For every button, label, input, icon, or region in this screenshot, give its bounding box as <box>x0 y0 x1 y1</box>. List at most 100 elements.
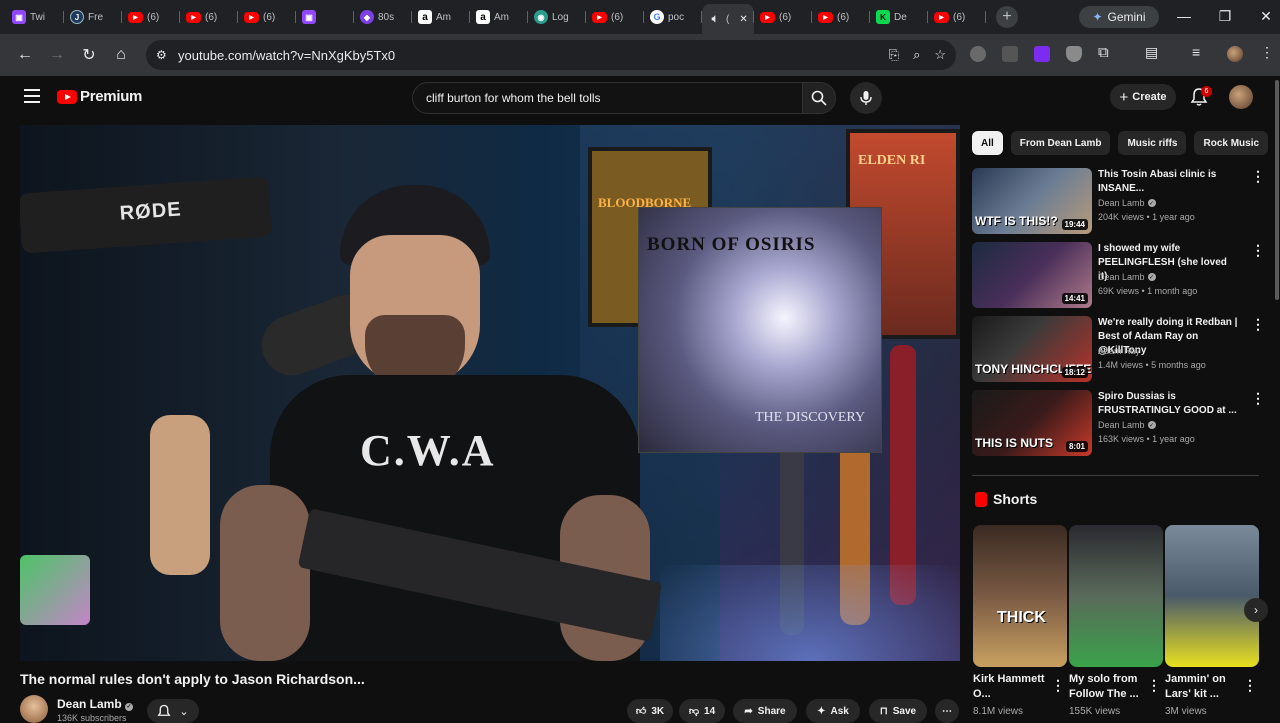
short-title[interactable]: Kirk Hammett O... <box>973 672 1053 702</box>
browser-tab[interactable]: ▶ (6) <box>238 4 296 30</box>
short-title[interactable]: My solo from Follow The ... <box>1069 672 1149 702</box>
recommended-video[interactable]: WTF IS THIS!? 19:44 This Tosin Abasi clini… <box>972 168 1265 238</box>
filter-chips: All From Dean Lamb Music riffs Rock Music <box>972 131 1269 155</box>
media-control-icon[interactable]: ≡ <box>1192 44 1200 60</box>
like-button[interactable]: 👍︎ 3K <box>627 699 673 723</box>
reload-icon[interactable]: ↻ <box>74 45 104 65</box>
save-button[interactable]: ⊓ Save <box>869 699 927 723</box>
browser-tab[interactable]: a Am <box>412 4 470 30</box>
video-thumbnail[interactable]: TONY HINCHCLIFFE 18:12 <box>972 316 1092 382</box>
more-options-icon[interactable]: ⋮ <box>1243 677 1257 694</box>
youtube-logo[interactable]: Premium <box>57 88 142 105</box>
ask-button[interactable]: ✦ Ask <box>806 699 860 723</box>
browser-tab[interactable]: ▣ <box>296 4 354 30</box>
short-title[interactable]: Jammin' on Lars' kit ... <box>1165 672 1245 702</box>
extension-glasses-icon[interactable] <box>970 46 986 62</box>
browser-tab[interactable]: ▶ (6) <box>812 4 870 30</box>
zoom-icon[interactable]: ⌕ <box>913 47 920 63</box>
browser-tab[interactable]: ◆ 80s <box>354 4 412 30</box>
more-actions-button[interactable]: ⋯ <box>935 699 959 723</box>
browser-tab[interactable]: ▶ (6) <box>754 4 812 30</box>
browser-tab[interactable]: ▶ (6) <box>586 4 644 30</box>
video-thumbnail[interactable]: 14:41 <box>972 242 1092 308</box>
extension-shield-icon[interactable] <box>1066 46 1082 62</box>
browser-toolbar: ← → ↻ ⌂ ⚙ youtube.com/watch?v=NnXgKby5Tx… <box>0 34 1280 76</box>
tab-label: (6) <box>205 11 218 23</box>
browser-tab[interactable]: ▶ (6) <box>928 4 986 30</box>
browser-tab[interactable]: J Fre <box>64 4 122 30</box>
more-options-icon[interactable]: ⋮ <box>1251 316 1265 333</box>
browser-tab[interactable]: Gpoc <box>644 4 702 30</box>
site-info-icon[interactable]: ⚙ <box>156 48 167 62</box>
page-scrollbar[interactable] <box>1275 80 1279 300</box>
browser-tab[interactable]: ▣ Twi <box>6 4 64 30</box>
channel-name[interactable]: Dean Lamb ✓ <box>57 697 134 711</box>
recommended-video[interactable]: TONY HINCHCLIFFE 18:12 We're really doing … <box>972 316 1265 386</box>
minimize-icon[interactable]: — <box>1174 8 1194 24</box>
video-title[interactable]: Spiro Dussias is FRUSTRATINGLY GOOD at .… <box>1098 390 1238 418</box>
channel-name[interactable]: Dean Lamb ✓ <box>1098 272 1156 282</box>
install-app-icon[interactable]: ⎘ <box>889 47 899 63</box>
share-button[interactable]: ➦ Share <box>733 699 797 723</box>
channel-avatar[interactable] <box>20 695 48 723</box>
gemini-button[interactable]: ✦ Gemini <box>1079 6 1159 28</box>
menu-hamburger-icon[interactable] <box>24 89 40 103</box>
subscription-bell-button[interactable]: ⌄ <box>147 699 199 723</box>
short-thumbnail[interactable] <box>1165 525 1259 667</box>
search-button[interactable] <box>802 82 836 114</box>
thumbs-down-icon: 👎︎ <box>688 706 700 717</box>
short-thumbnail[interactable] <box>1069 525 1163 667</box>
recommended-video[interactable]: 14:41 I showed my wife PEELINGFLESH (she … <box>972 242 1265 312</box>
youtube-icon: ▶ <box>244 11 259 23</box>
back-arrow-icon[interactable]: ← <box>10 46 40 64</box>
bookmark-star-icon[interactable]: ☆ <box>934 47 946 63</box>
filter-chip[interactable]: Rock Music <box>1194 131 1269 155</box>
filter-chip[interactable]: Music riffs <box>1118 131 1187 155</box>
voice-search-button[interactable] <box>850 82 882 114</box>
channel-name[interactable]: Dean Lamb ✓ <box>1098 198 1156 208</box>
filter-chip[interactable]: From Dean Lamb <box>1010 131 1111 155</box>
more-options-icon[interactable]: ⋮ <box>1251 390 1265 407</box>
short-thumbnail[interactable]: THICK <box>973 525 1067 667</box>
profile-avatar-icon[interactable] <box>1227 46 1243 62</box>
mic-icon <box>860 91 872 105</box>
create-button[interactable]: + Create <box>1110 84 1176 110</box>
new-tab-button[interactable]: + <box>996 6 1018 28</box>
search-input[interactable]: cliff burton for whom the bell tolls <box>412 82 804 114</box>
browser-tab[interactable]: 🔈︎ (✕ <box>702 4 754 34</box>
extension-purple-icon[interactable] <box>1034 46 1050 62</box>
address-bar[interactable]: ⚙ youtube.com/watch?v=NnXgKby5Tx0 ⎘ ⌕ ☆ <box>146 40 956 70</box>
video-title[interactable]: This Tosin Abasi clinic is INSANE... <box>1098 168 1238 196</box>
extensions-puzzle-icon[interactable]: ⧉ <box>1098 44 1109 61</box>
video-thumbnail[interactable]: THIS IS NUTS 8:01 <box>972 390 1092 456</box>
video-thumbnail[interactable]: WTF IS THIS!? 19:44 <box>972 168 1092 234</box>
channel-name[interactable]: Adam Ray <box>1098 346 1140 356</box>
browser-tab[interactable]: K De <box>870 4 928 30</box>
extension-game-icon[interactable] <box>1002 46 1018 62</box>
poster2-title: ELDEN RI <box>858 153 926 168</box>
more-options-icon[interactable]: ⋮ <box>1147 677 1161 694</box>
browser-tab[interactable]: ◉ Log <box>528 4 586 30</box>
close-tab-icon[interactable]: ✕ <box>739 14 747 25</box>
shirt-text: C.W.A <box>360 426 496 475</box>
forward-arrow-icon[interactable]: → <box>42 46 72 64</box>
more-options-icon[interactable]: ⋮ <box>1251 168 1265 185</box>
shorts-next-button[interactable]: › <box>1244 598 1268 622</box>
recommended-video[interactable]: THIS IS NUTS 8:01 Spiro Dussias is FRUSTRA… <box>972 390 1265 460</box>
video-player[interactable]: BLOODBORNE ELDEN RI RØDE C.W.A BORN OF O… <box>20 125 960 661</box>
dislike-button[interactable]: 👎︎ 14 <box>679 699 725 723</box>
maximize-icon[interactable]: ❐ <box>1215 8 1235 25</box>
channel-name[interactable]: Dean Lamb ✓ <box>1098 420 1156 430</box>
browser-menu-icon[interactable]: ⋮ <box>1260 44 1274 61</box>
more-options-icon[interactable]: ⋮ <box>1051 677 1065 694</box>
browser-tab[interactable]: ▶ (6) <box>122 4 180 30</box>
browser-tab[interactable]: ▶ (6) <box>180 4 238 30</box>
plus-icon: + <box>1119 88 1129 106</box>
more-options-icon[interactable]: ⋮ <box>1251 242 1265 259</box>
filter-chip[interactable]: All <box>972 131 1003 155</box>
browser-tab[interactable]: a Am <box>470 4 528 30</box>
sidepanel-icon[interactable]: ▤ <box>1145 44 1158 61</box>
home-icon[interactable]: ⌂ <box>106 46 136 64</box>
account-avatar[interactable] <box>1229 85 1253 109</box>
close-window-icon[interactable]: ✕ <box>1256 8 1276 25</box>
